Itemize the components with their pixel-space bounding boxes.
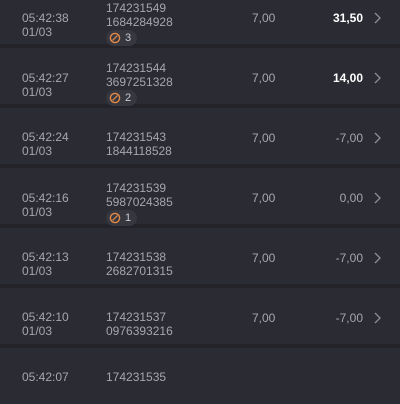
row-time: 05:42:38 [22, 11, 69, 25]
row-date: 01/03 [22, 85, 53, 99]
multiplier-count: 2 [125, 92, 132, 104]
row-ticket-id: 2682701315 [106, 264, 173, 278]
row-stake: 7,00 [252, 131, 276, 145]
row-round-id: 174231535 [106, 370, 167, 384]
row-time: 05:42:10 [22, 310, 69, 324]
row-stake: 7,00 [252, 311, 276, 325]
transaction-row[interactable]: 05:42:24 01/03 174231543 1844118528 7,00 -7,0… [0, 108, 400, 164]
chevron-right-icon[interactable] [372, 132, 382, 144]
chevron-right-icon[interactable] [372, 192, 382, 204]
multiplier-badge: 3 [106, 30, 138, 46]
row-ticket-id: 0976393216 [106, 324, 173, 338]
row-time: 05:42:16 [22, 191, 69, 205]
row-result: 0,00 [339, 191, 363, 205]
row-stake: 7,00 [252, 191, 276, 205]
row-round-id: 174231538 [106, 250, 167, 264]
chevron-right-icon[interactable] [372, 12, 382, 24]
row-date: 01/03 [22, 205, 53, 219]
row-date: 01/03 [22, 144, 53, 158]
row-round-id: 174231537 [106, 310, 167, 324]
transaction-row[interactable]: 05:42:10 01/03 174231537 0976393216 7,00 -7,0… [0, 288, 400, 344]
row-time: 05:42:07 [22, 370, 69, 384]
row-stake: 7,00 [252, 251, 276, 265]
row-ticket-id: 1844118528 [106, 144, 172, 158]
multiplier-count: 3 [125, 32, 132, 44]
row-round-id: 174231539 [106, 181, 167, 195]
row-ticket-id: 5987024385 [106, 195, 173, 209]
multiplier-badge: 1 [106, 210, 138, 226]
chevron-right-icon[interactable] [372, 72, 382, 84]
row-date: 01/03 [22, 324, 53, 338]
transaction-row[interactable]: 05:42:27 01/03 174231544 3697251328 2 7,00 14,… [0, 48, 400, 106]
row-time: 05:42:13 [22, 250, 69, 264]
multiplier-badge: 2 [106, 90, 138, 106]
row-round-id: 174231543 [106, 130, 167, 144]
row-time: 05:42:27 [22, 71, 69, 85]
row-time: 05:42:24 [22, 130, 69, 144]
transaction-row[interactable]: 05:42:16 01/03 174231539 5987024385 1 7,00 0,0… [0, 168, 400, 226]
row-result: -7,00 [335, 131, 363, 145]
multiplier-icon [109, 212, 121, 224]
transaction-row[interactable]: 05:42:13 01/03 174231538 2682701315 7,00 -7,0… [0, 228, 400, 284]
row-date: 01/03 [22, 25, 53, 39]
row-date: 01/03 [22, 264, 53, 278]
row-stake: 7,00 [252, 71, 276, 85]
row-result: 14,00 [332, 71, 363, 85]
row-ticket-id: 1684284928 [106, 15, 173, 29]
chevron-right-icon[interactable] [372, 252, 382, 264]
row-ticket-id: 3697251328 [106, 75, 173, 89]
row-round-id: 174231544 [106, 61, 167, 75]
row-stake: 7,00 [252, 11, 276, 25]
multiplier-count: 1 [125, 212, 132, 224]
row-result: -7,00 [335, 251, 363, 265]
chevron-right-icon[interactable] [372, 312, 382, 324]
transaction-row[interactable]: 05:42:38 01/03 174231549 1684284928 3 7,00 31,… [0, 0, 400, 46]
row-result: -7,00 [335, 311, 363, 325]
row-round-id: 174231549 [106, 1, 167, 15]
row-result: 31,50 [332, 11, 363, 25]
multiplier-icon [109, 32, 121, 44]
multiplier-icon [109, 92, 121, 104]
transaction-row[interactable]: 05:42:07 174231535 [0, 348, 400, 404]
